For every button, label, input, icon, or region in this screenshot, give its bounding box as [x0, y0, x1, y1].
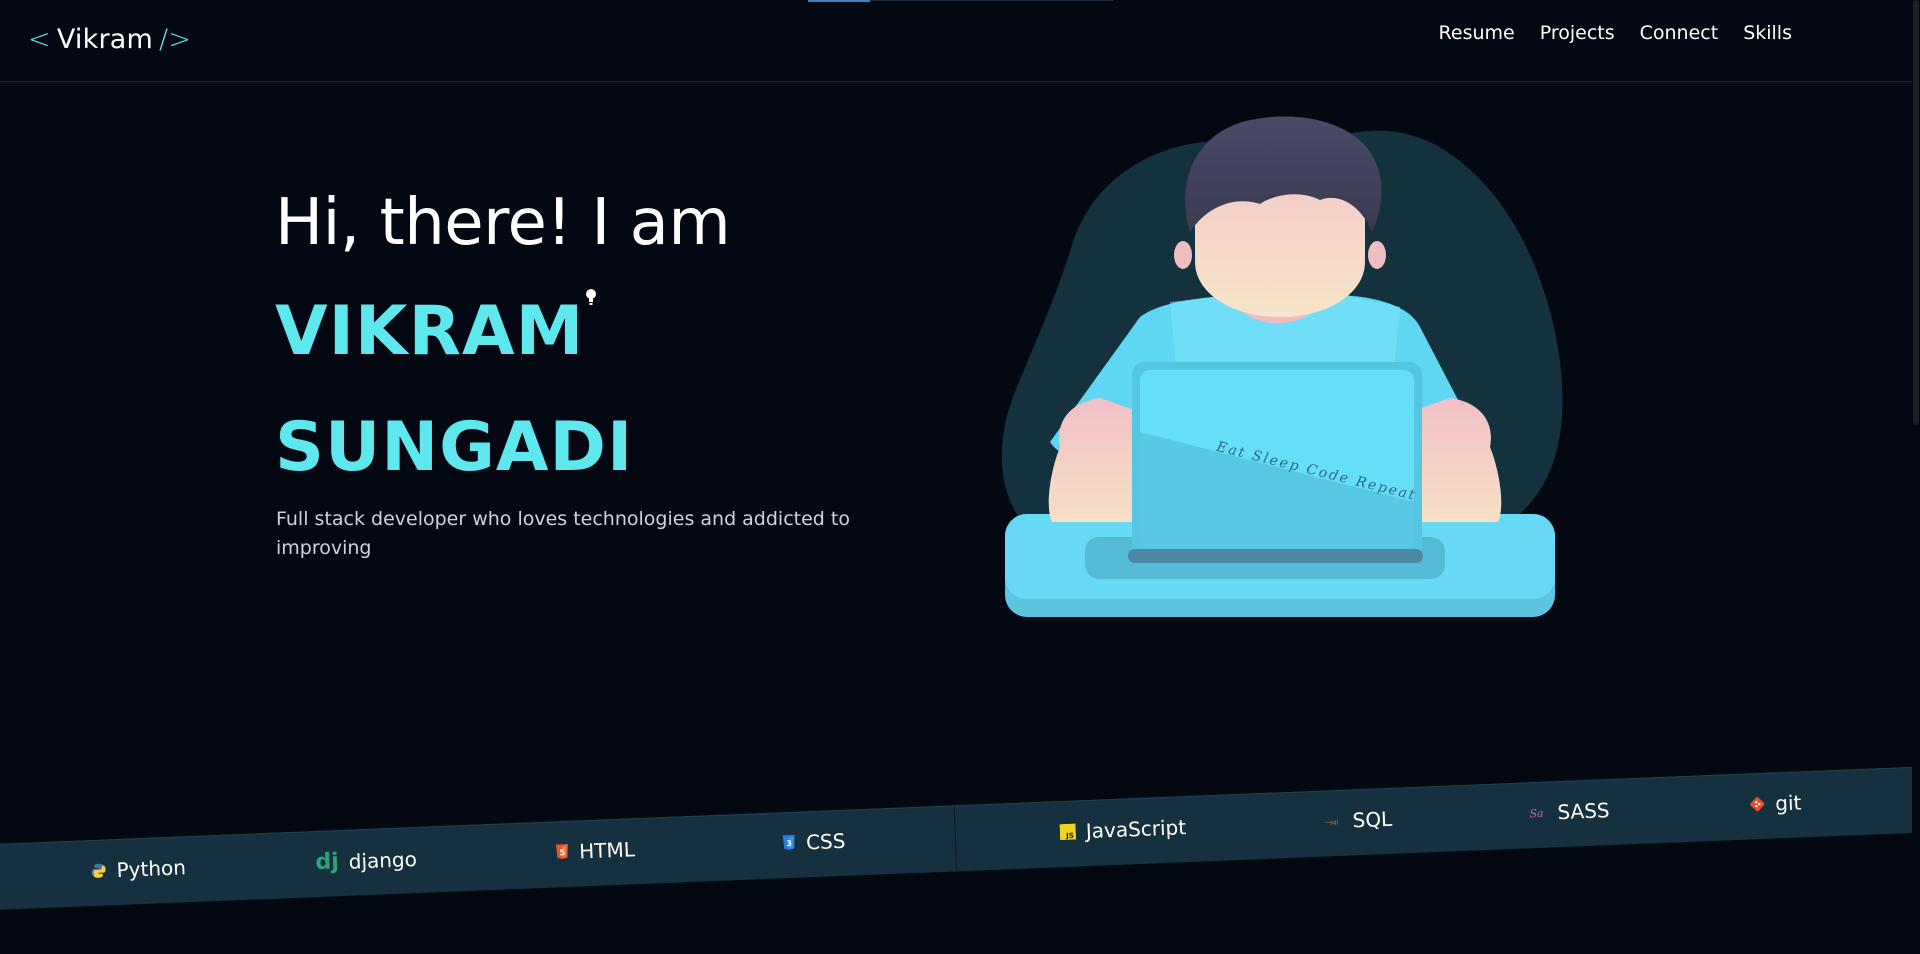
skill-css: 3 CSS: [782, 829, 846, 856]
hero-last-name: SUNGADI: [275, 408, 634, 487]
skill-python: Python: [90, 855, 186, 883]
svg-text:3: 3: [786, 839, 792, 848]
skills-marquee: Python dj django 5 HTML 3 CSS JS JavaScr…: [0, 765, 1920, 911]
lightbulb-icon: [586, 289, 596, 305]
developer-illustration: Eat Sleep Code Repeat: [1001, 116, 1563, 617]
site-logo[interactable]: < Vikram />: [28, 24, 191, 55]
nav-link-projects[interactable]: Projects: [1540, 22, 1615, 44]
django-icon: dj: [314, 849, 340, 876]
svg-text:Sa: Sa: [1529, 807, 1544, 821]
skill-label: SASS: [1556, 798, 1611, 825]
skill-label: Python: [116, 855, 187, 883]
sql-icon: ~sql: [1324, 817, 1342, 826]
hero-greeting: Hi, there! I am: [275, 186, 731, 260]
svg-text:~sql: ~sql: [1325, 819, 1339, 826]
page-scrollbar[interactable]: [1912, 0, 1920, 954]
navbar: < Vikram /> Resume Projects Connect Skil…: [0, 0, 1920, 82]
skill-label: CSS: [805, 828, 846, 855]
python-icon: [90, 862, 107, 879]
nav-link-skills[interactable]: Skills: [1743, 22, 1792, 44]
hero-first-name: VIKRAM: [275, 292, 585, 371]
skill-django: dj django: [314, 846, 418, 876]
skill-label: git: [1774, 790, 1802, 816]
main-menu: Resume Projects Connect Skills: [1439, 22, 1792, 44]
skill-html: 5 HTML: [555, 837, 636, 864]
nav-link-resume[interactable]: Resume: [1439, 22, 1515, 44]
javascript-icon: JS: [1059, 823, 1077, 841]
git-icon: [1749, 796, 1766, 813]
marquee-divider: [953, 806, 958, 873]
logo-close-bracket: />: [159, 24, 192, 55]
skill-javascript: JS JavaScript: [1059, 815, 1186, 844]
skill-sql: ~sql SQL: [1324, 807, 1393, 834]
skill-label: HTML: [578, 837, 636, 864]
svg-text:5: 5: [559, 848, 565, 857]
skill-label: SQL: [1352, 806, 1393, 833]
sass-icon: Sa: [1529, 806, 1548, 821]
skill-sass: Sa SASS: [1529, 798, 1610, 825]
html5-icon: 5: [555, 843, 570, 861]
logo-open-bracket: <: [28, 24, 51, 55]
hero-tagline: Full stack developer who loves technolog…: [276, 508, 850, 559]
nav-link-connect[interactable]: Connect: [1640, 22, 1719, 44]
skill-label: django: [348, 846, 418, 874]
skill-git: git: [1749, 790, 1802, 816]
logo-name: Vikram: [56, 24, 153, 55]
scrollbar-thumb[interactable]: [1913, 0, 1919, 425]
css3-icon: 3: [782, 834, 797, 852]
skill-label: JavaScript: [1085, 815, 1187, 844]
svg-text:JS: JS: [1065, 832, 1074, 840]
